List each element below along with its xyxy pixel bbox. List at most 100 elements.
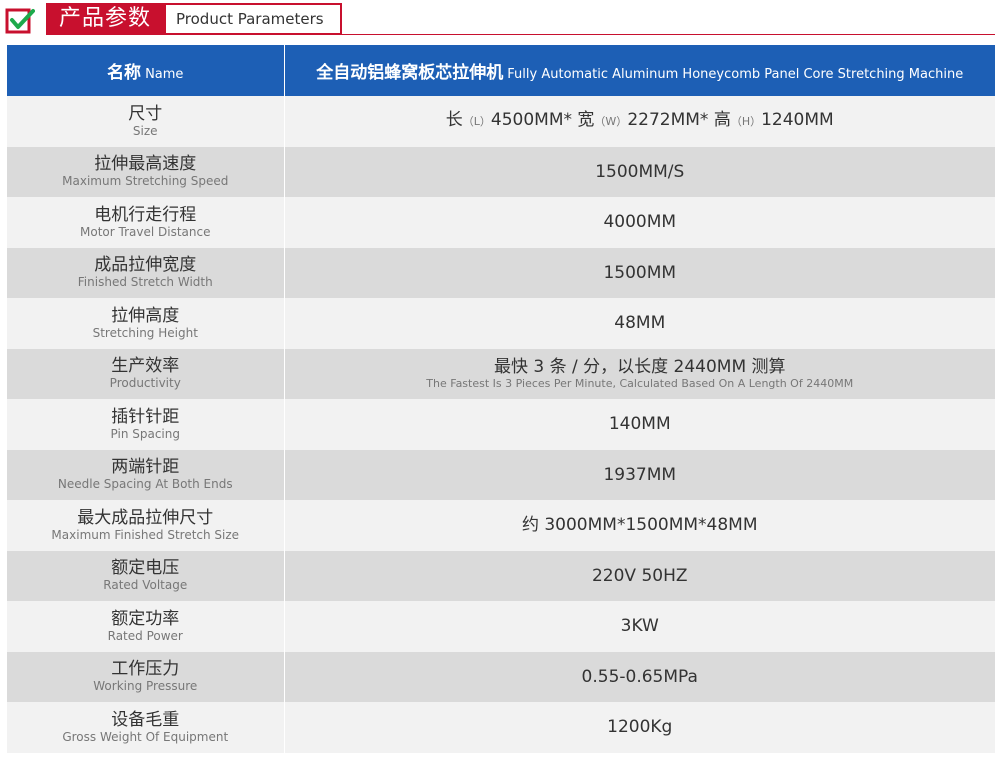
size-height-value: 1240MM (761, 110, 834, 131)
table-row: 两端针距 Needle Spacing At Both Ends 1937MM (7, 449, 995, 500)
table-row: 电机行走行程 Motor Travel Distance 4000MM (7, 197, 995, 248)
param-label-en: Maximum Finished Stretch Size (51, 527, 240, 542)
table-row: 插针针距 Pin Spacing 140MM (7, 399, 995, 450)
param-value-cell: 长（L）4500MM* 宽（W）2272MM* 高（H）1240MM (284, 96, 995, 147)
param-label-cn: 额定功率 (111, 608, 180, 629)
param-label-en: Maximum Stretching Speed (62, 174, 229, 189)
size-height-code: （H） (730, 115, 762, 129)
param-label-cell: 拉伸高度 Stretching Height (7, 298, 285, 349)
param-value: 140MM (608, 414, 671, 435)
param-label-cn: 额定电压 (111, 558, 180, 579)
section-title-cn: 产品参数 (46, 3, 164, 35)
param-value: 48MM (614, 313, 666, 334)
header-name-cn: 名称 (107, 63, 142, 83)
param-label-cell: 工作压力 Working Pressure (7, 651, 285, 702)
param-value-cell: 约 3000MM*1500MM*48MM (284, 500, 995, 551)
param-label-cell: 插针针距 Pin Spacing (7, 399, 285, 450)
size-width-cn: 宽 (577, 110, 595, 131)
size-width-value: 2272MM* (627, 110, 709, 131)
header-name-en: Name (145, 67, 184, 82)
param-label-cell: 生产效率 Productivity (7, 348, 285, 399)
param-value: 1937MM (603, 464, 677, 485)
header-product-en: Fully Automatic Aluminum Honeycomb Panel… (507, 67, 964, 82)
param-label-cn: 两端针距 (111, 457, 180, 478)
size-height-cn: 高 (713, 110, 731, 131)
table-row: 成品拉伸宽度 Finished Stretch Width 1500MM (7, 247, 995, 298)
param-label-en: Rated Voltage (103, 578, 188, 593)
header-product-cell: 全自动铝蜂窝板芯拉伸机 Fully Automatic Aluminum Hone… (284, 45, 995, 96)
param-value-en: The Fastest Is 3 Pieces Per Minute, Calc… (426, 376, 854, 390)
param-label-cell: 尺寸 Size (7, 96, 285, 147)
param-label-cell: 拉伸最高速度 Maximum Stretching Speed (7, 146, 285, 197)
param-value: 1500MM/S (595, 161, 685, 182)
param-label-cn: 电机行走行程 (94, 204, 197, 225)
param-value-cell: 3KW (284, 601, 995, 652)
table-row: 生产效率 Productivity 最快 3 条 / 分，以长度 2440MM 测算… (7, 348, 995, 399)
param-label-cell: 设备毛重 Gross Weight Of Equipment (7, 702, 285, 753)
param-label-cell: 电机行走行程 Motor Travel Distance (7, 197, 285, 248)
param-value: 3KW (620, 616, 659, 637)
param-value-cell: 140MM (284, 399, 995, 450)
param-label-cell: 最大成品拉伸尺寸 Maximum Finished Stretch Size (7, 500, 285, 551)
param-value: 1500MM (603, 262, 677, 283)
param-value-cell: 4000MM (284, 197, 995, 248)
param-label-en: Size (132, 123, 158, 138)
param-value: 最快 3 条 / 分，以长度 2440MM 测算 (493, 356, 786, 377)
section-header: 产品参数 Product Parameters (0, 0, 1000, 44)
param-value: 220V 50HZ (591, 565, 688, 586)
table-row: 拉伸最高速度 Maximum Stretching Speed 1500MM/S (7, 146, 995, 197)
param-label-cn: 最大成品拉伸尺寸 (77, 507, 214, 528)
section-title-en: Product Parameters (164, 3, 342, 35)
size-length-value: 4500MM* (490, 110, 573, 131)
param-label-cn: 成品拉伸宽度 (94, 255, 197, 276)
param-value: 4000MM (603, 212, 677, 233)
param-value-cell: 0.55-0.65MPa (284, 651, 995, 702)
param-label-en: Gross Weight Of Equipment (62, 729, 229, 744)
table-row: 额定电压 Rated Voltage 220V 50HZ (7, 550, 995, 601)
table-row: 尺寸 Size 长（L）4500MM* 宽（W）2272MM* 高（H）1240… (7, 96, 995, 147)
param-label-cn: 设备毛重 (111, 709, 180, 730)
param-label-cn: 工作压力 (111, 659, 180, 680)
table-row: 设备毛重 Gross Weight Of Equipment 1200Kg (7, 702, 995, 753)
table-row: 最大成品拉伸尺寸 Maximum Finished Stretch Size 约 3… (7, 500, 995, 551)
header-divider (342, 34, 995, 35)
header-name-cell: 名称 Name (7, 45, 285, 96)
param-value-cell: 1500MM (284, 247, 995, 298)
param-value: 0.55-0.65MPa (581, 666, 698, 687)
table-row: 额定功率 Rated Power 3KW (7, 601, 995, 652)
size-width-code: （W） (594, 115, 628, 129)
table-row: 工作压力 Working Pressure 0.55-0.65MPa (7, 651, 995, 702)
param-value-cell: 1937MM (284, 449, 995, 500)
param-label-cn: 拉伸最高速度 (94, 154, 197, 175)
param-value-cell: 220V 50HZ (284, 550, 995, 601)
header-product-cn: 全自动铝蜂窝板芯拉伸机 (316, 63, 504, 83)
table-header-row: 名称 Name 全自动铝蜂窝板芯拉伸机 Fully Automatic Alumin… (7, 45, 995, 96)
param-label-cn: 拉伸高度 (111, 305, 180, 326)
param-label-cell: 额定功率 Rated Power (7, 601, 285, 652)
check-box-icon (5, 6, 35, 36)
table-row: 拉伸高度 Stretching Height 48MM (7, 298, 995, 349)
param-label-cell: 额定电压 Rated Voltage (7, 550, 285, 601)
param-value-cell: 48MM (284, 298, 995, 349)
param-value-cell: 1200Kg (284, 702, 995, 753)
param-value-cell: 最快 3 条 / 分，以长度 2440MM 测算 The Fastest Is 3… (284, 348, 995, 399)
param-label-en: Finished Stretch Width (77, 275, 213, 290)
param-value: 约 3000MM*1500MM*48MM (521, 515, 758, 536)
param-label-cell: 成品拉伸宽度 Finished Stretch Width (7, 247, 285, 298)
size-length-cn: 长 (445, 110, 463, 131)
param-label-en: Productivity (109, 376, 181, 391)
size-length-code: （L） (462, 115, 491, 129)
param-label-en: Stretching Height (92, 325, 198, 340)
param-label-cell: 两端针距 Needle Spacing At Both Ends (7, 449, 285, 500)
param-value: 1200Kg (607, 717, 673, 738)
param-label-en: Motor Travel Distance (80, 224, 211, 239)
param-label-cn: 尺寸 (128, 103, 163, 124)
param-value-cell: 1500MM/S (284, 146, 995, 197)
param-label-en: Rated Power (107, 628, 183, 643)
size-value: 长（L）4500MM* 宽（W）2272MM* 高（H）1240MM (285, 110, 996, 132)
param-label-cn: 插针针距 (111, 406, 180, 427)
param-label-en: Needle Spacing At Both Ends (57, 477, 233, 492)
param-label-en: Pin Spacing (110, 426, 180, 441)
param-label-en: Working Pressure (93, 679, 198, 694)
param-label-cn: 生产效率 (111, 356, 180, 377)
